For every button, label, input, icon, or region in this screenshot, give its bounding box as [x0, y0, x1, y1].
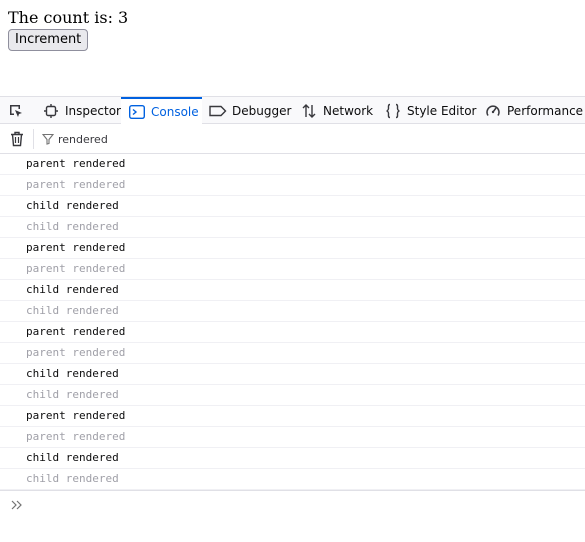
log-message: parent rendered: [0, 154, 585, 175]
count-text: The count is: 3: [8, 8, 129, 27]
log-message: child rendered: [0, 469, 585, 490]
tab-console[interactable]: Console: [121, 97, 202, 124]
page-content: The count is: 3 Increment: [0, 0, 585, 96]
increment-button[interactable]: Increment: [8, 29, 89, 51]
tab-label: Performance: [507, 103, 584, 118]
filter-icon: [42, 133, 54, 145]
console-icon: [128, 104, 146, 120]
log-message: parent rendered: [0, 238, 585, 259]
devtools-panel: Inspector Console Debugger Network Style…: [0, 96, 585, 542]
tab-performance[interactable]: Performance: [481, 97, 585, 124]
tab-label: Debugger: [232, 103, 292, 118]
log-message: parent rendered: [0, 343, 585, 364]
debugger-icon: [209, 103, 227, 119]
console-log: parent rendered parent rendered child rend…: [0, 154, 585, 490]
trash-icon[interactable]: [8, 130, 26, 148]
log-message: parent rendered: [0, 259, 585, 280]
style-editor-icon: [384, 103, 402, 119]
console-input[interactable]: [0, 490, 585, 516]
log-message: parent rendered: [0, 427, 585, 448]
tab-debugger[interactable]: Debugger: [206, 97, 294, 124]
log-message: parent rendered: [0, 175, 585, 196]
filter-field[interactable]: [42, 130, 258, 148]
devtools-toolbar: Inspector Console Debugger Network Style…: [0, 96, 585, 124]
log-message: child rendered: [0, 196, 585, 217]
log-message: child rendered: [0, 385, 585, 406]
log-message: child rendered: [0, 217, 585, 238]
divider: [33, 129, 34, 149]
network-icon: [300, 103, 318, 119]
tab-style-editor[interactable]: Style Editor: [380, 97, 478, 124]
tab-label: Console: [151, 104, 199, 119]
tab-inspector[interactable]: Inspector: [38, 97, 122, 124]
chevron-double-right-icon: [10, 497, 24, 511]
filter-input[interactable]: [58, 132, 258, 146]
element-picker-icon[interactable]: [0, 97, 32, 124]
log-message: child rendered: [0, 448, 585, 469]
performance-icon: [484, 103, 502, 119]
console-filter-bar: [0, 124, 585, 154]
log-message: parent rendered: [0, 406, 585, 427]
log-message: child rendered: [0, 280, 585, 301]
tab-label: Inspector: [65, 103, 121, 118]
inspector-icon: [42, 103, 60, 119]
tab-label: Network: [323, 103, 374, 118]
tab-network[interactable]: Network: [296, 97, 376, 124]
log-message: parent rendered: [0, 322, 585, 343]
tab-label: Style Editor: [407, 103, 477, 118]
log-message: child rendered: [0, 364, 585, 385]
log-message: child rendered: [0, 301, 585, 322]
